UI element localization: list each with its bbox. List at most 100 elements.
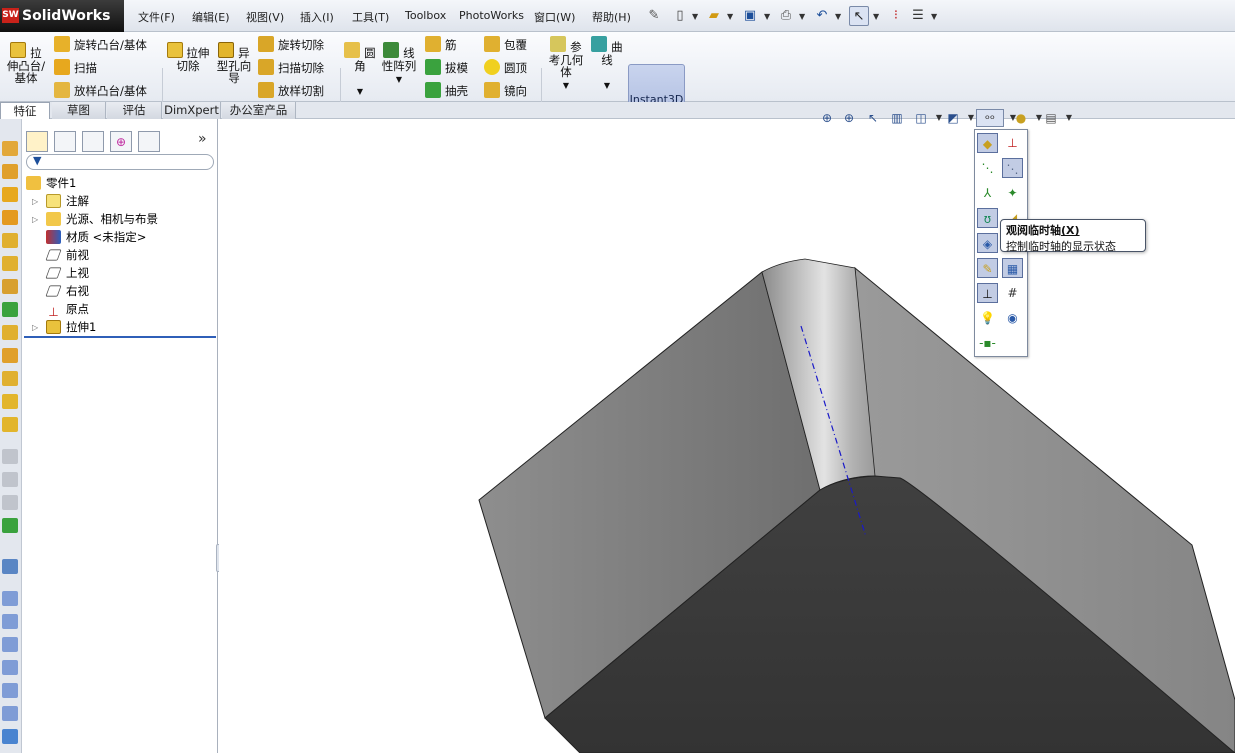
view-grid-icon[interactable]: # [1002, 283, 1023, 303]
menu-help[interactable]: 帮助(H) [592, 9, 631, 25]
cut-revolve-icon[interactable] [2, 256, 18, 271]
rib-button[interactable]: 筋 [425, 36, 457, 53]
chevron-down-icon[interactable]: ▼ [799, 12, 805, 21]
previous-view-icon[interactable]: ↖ [864, 109, 882, 127]
tab-sketch[interactable]: 草图 [52, 102, 106, 119]
view-sketch-relations-icon[interactable]: ⊥ [977, 283, 998, 303]
tab-dimxpert[interactable]: DimXpert [163, 102, 221, 119]
loft-icon[interactable] [2, 210, 18, 225]
menu-toolbox[interactable]: Toolbox [405, 9, 446, 22]
new-document-icon[interactable]: ▯ [670, 6, 690, 26]
view-sketches-icon[interactable]: ✎ [977, 258, 998, 278]
view-cameras-icon[interactable]: ◉ [1002, 308, 1023, 328]
wrap-button[interactable]: 包覆 [484, 36, 527, 53]
chevron-down-icon[interactable]: ▼ [692, 12, 698, 21]
tree-item-annotations[interactable]: 注解 [46, 192, 89, 210]
configuration-manager-tab-icon[interactable] [82, 131, 104, 152]
save-icon[interactable]: ▣ [740, 6, 760, 26]
view-cube-icon[interactable] [2, 660, 18, 675]
draft-button[interactable]: 拔模 [425, 59, 468, 76]
property-manager-tab-icon[interactable] [54, 131, 76, 152]
view-dimension-names-icon[interactable]: ◈ [977, 233, 998, 253]
view-lights-icon[interactable]: 💡 [977, 308, 998, 328]
expand-icon[interactable]: ▷ [32, 215, 38, 224]
chevron-down-icon[interactable]: ▼ [931, 12, 937, 21]
zoom-to-area-icon[interactable]: ⊕ [840, 109, 858, 127]
chevron-down-icon[interactable]: ▼ [344, 86, 376, 98]
traffic-light-icon[interactable]: ⁝ [886, 6, 906, 26]
rollback-bar[interactable] [24, 336, 216, 338]
view-cube-icon[interactable] [2, 706, 18, 721]
chevron-down-icon[interactable]: ▼ [590, 80, 624, 92]
tree-item-top-plane[interactable]: 上视 [45, 264, 89, 282]
graphics-area[interactable] [219, 119, 1235, 753]
view-3d-sketch-planes-icon[interactable]: ▦ [1002, 258, 1023, 278]
sweep-button[interactable]: 扫描 [54, 59, 97, 76]
chevron-down-icon[interactable]: ▼ [545, 80, 587, 92]
view-cube-icon[interactable] [2, 637, 18, 652]
tree-item-origin[interactable]: ⊥ 原点 [46, 300, 89, 319]
view-planes-icon[interactable]: ◆ [977, 133, 998, 153]
feature-tree-tab-icon[interactable] [26, 131, 48, 152]
box-icon[interactable] [2, 394, 18, 409]
menu-tools[interactable]: 工具(T) [352, 9, 389, 25]
sweep-icon[interactable] [2, 187, 18, 202]
dimxpert-tab-icon[interactable]: ⊕ [110, 131, 132, 152]
revolve-cut-button[interactable]: 旋转切除 [258, 36, 324, 53]
tree-item-right-plane[interactable]: 右视 [45, 282, 89, 300]
view-orientation-icon[interactable]: ◫ [912, 109, 930, 127]
menu-window[interactable]: 窗口(W) [534, 9, 575, 25]
view-cube-icon[interactable] [2, 683, 18, 698]
menu-insert[interactable]: 插入(I) [300, 9, 334, 25]
tree-item-lights-cameras-scene[interactable]: 光源、相机与布景 [46, 210, 158, 228]
chevron-down-icon[interactable]: ▼ [835, 12, 841, 21]
view-temporary-axes-icon[interactable]: ⋱ [1002, 158, 1023, 178]
chevron-down-icon[interactable]: ▼ [764, 12, 770, 21]
chevron-down-icon[interactable]: ▼ [727, 12, 733, 21]
plane-icon[interactable] [2, 279, 18, 294]
options-icon[interactable]: ☰ [908, 6, 928, 26]
extrude-cut-button[interactable]: 拉伸切除 [166, 42, 210, 72]
undo-icon[interactable]: ↶ [812, 6, 832, 26]
zoom-to-fit-icon[interactable]: ⊕ [818, 109, 836, 127]
scale-icon[interactable] [2, 417, 18, 432]
shell-icon[interactable] [2, 325, 18, 340]
print-icon[interactable]: ⎙ [776, 6, 796, 26]
chevron-down-icon[interactable]: ▼ [873, 12, 879, 21]
view-cube-icon[interactable] [2, 729, 18, 744]
tab-evaluate[interactable]: 评估 [107, 102, 162, 119]
expand-chevrons-icon[interactable]: » [198, 131, 207, 147]
dome-button[interactable]: 圆顶 [484, 59, 527, 76]
view-origins-icon[interactable]: ⊥ [1002, 133, 1023, 153]
pin-icon[interactable]: ✎ [644, 6, 664, 26]
expand-icon[interactable]: ▷ [32, 197, 38, 206]
expand-icon[interactable]: ▷ [32, 323, 38, 332]
cut-icon[interactable] [2, 233, 18, 248]
appearance-icon[interactable]: ● [1012, 109, 1030, 127]
display-style-icon[interactable]: ◩ [944, 109, 962, 127]
tree-item-material[interactable]: 材质 <未指定> [46, 228, 146, 246]
open-folder-icon[interactable]: ▰ [704, 6, 724, 26]
tab-office-products[interactable]: 办公室产品 [222, 102, 296, 119]
draft-icon[interactable] [2, 302, 18, 317]
mirror-icon[interactable] [2, 371, 18, 386]
view-points-icon[interactable]: ✦ [1002, 183, 1023, 203]
section-view-icon[interactable]: ▥ [888, 109, 906, 127]
view-curves-icon[interactable]: ʊ [977, 208, 998, 228]
view-cube-icon[interactable] [2, 614, 18, 629]
tree-item-extrude1[interactable]: 拉伸1 [46, 318, 96, 336]
sweep-cut-button[interactable]: 扫描切除 [258, 59, 324, 76]
intersect-icon[interactable] [2, 518, 18, 533]
view-cube-icon[interactable] [2, 591, 18, 606]
view-decals-icon[interactable]: -▪- [977, 333, 998, 353]
menu-view[interactable]: 视图(V) [246, 9, 284, 25]
filter-input[interactable]: ▼ [26, 154, 214, 170]
fillet-button[interactable]: 圆角 ▼ [344, 42, 376, 98]
view-axes-icon[interactable]: ⋱ [977, 158, 998, 178]
revolve-boss-button[interactable]: 旋转凸台/基体 [54, 36, 147, 53]
extrude-boss-button[interactable]: 拉伸凸台/基体 [5, 42, 47, 84]
extrude-icon[interactable] [2, 141, 18, 156]
chevron-down-icon[interactable]: ▼ [378, 74, 420, 86]
tab-features[interactable]: 特征 [0, 102, 50, 120]
revolve-icon[interactable] [2, 164, 18, 179]
